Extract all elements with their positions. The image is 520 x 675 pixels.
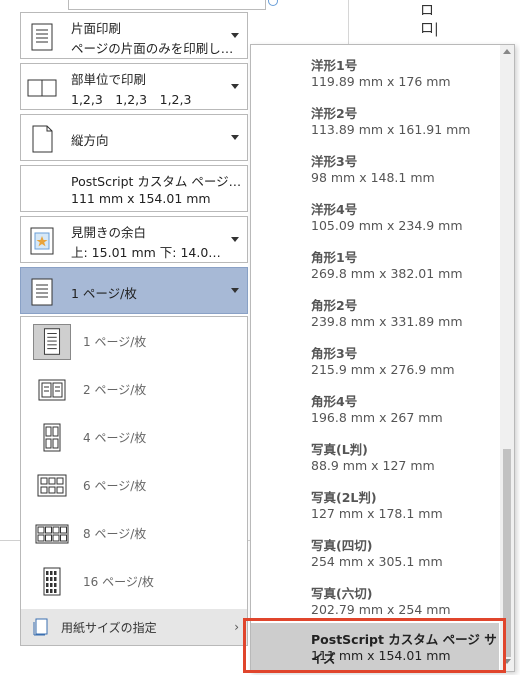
pages-option-label: 1 ページ/枚 — [83, 335, 147, 349]
help-icon[interactable] — [268, 0, 278, 6]
paper-size-submenu[interactable]: 用紙サイズの指定 › — [21, 609, 247, 645]
one-page-icon — [33, 324, 71, 360]
margins-icon — [30, 227, 54, 255]
paper-size-option[interactable]: 写真(四切) 254 mm x 305.1 mm — [251, 529, 499, 577]
paper-size-dims: 215.9 mm x 276.9 mm — [311, 362, 455, 377]
four-pages-icon — [43, 423, 61, 452]
paper-size-setting[interactable]: PostScript カスタム ページ… 111 mm x 154.01 mm — [20, 165, 248, 212]
pages-option-16[interactable]: 16 ページ/枚 — [21, 557, 247, 605]
pages-option-label: 16 ページ/枚 — [83, 575, 154, 589]
paper-size-name: 角形1号 — [311, 250, 358, 265]
margins-setting[interactable]: 見開きの余白 上: 15.01 mm 下: 14.0… — [20, 216, 248, 263]
paper-size-option[interactable]: 写真(六切) 202.79 mm x 254 mm — [251, 577, 499, 625]
sixteen-pages-icon — [43, 567, 61, 596]
collation-description: 1,2,3 1,2,3 1,2,3 — [71, 92, 192, 107]
paper-size-option[interactable]: 写真(L判) 88.9 mm x 127 mm — [251, 433, 499, 481]
single-sided-icon — [31, 23, 53, 51]
chevron-down-icon — [231, 33, 239, 38]
pages-per-sheet-icon — [31, 278, 53, 306]
paper-size-dims: 98 mm x 148.1 mm — [311, 170, 435, 185]
chevron-down-icon — [231, 288, 239, 293]
paper-size-label: PostScript カスタム ページ… — [71, 174, 242, 189]
paper-size-option[interactable]: 角形4号 196.8 mm x 267 mm — [251, 385, 499, 433]
paper-size-name: 写真(四切) — [311, 538, 373, 553]
sides-description: ページの片面のみを印刷し… — [71, 41, 234, 56]
collation-label: 部単位で印刷 — [71, 72, 147, 87]
pages-option-label: 4 ページ/枚 — [83, 431, 147, 445]
paper-size-option[interactable]: 洋形1号 119.89 mm x 176 mm — [251, 49, 499, 97]
paper-size-submenu-label: 用紙サイズの指定 — [61, 621, 157, 635]
paper-size-option[interactable]: 洋形4号 105.09 mm x 234.9 mm — [251, 193, 499, 241]
chevron-down-icon — [231, 237, 239, 242]
flyout-scrollbar[interactable] — [500, 45, 514, 671]
pages-option-label: 6 ページ/枚 — [83, 479, 147, 493]
paper-size-dims: 239.8 mm x 331.89 mm — [311, 314, 463, 329]
paper-size-dims: 254 mm x 305.1 mm — [311, 554, 443, 569]
paper-size-name: 角形3号 — [311, 346, 358, 361]
scroll-down-icon[interactable] — [503, 659, 511, 664]
document-text: ロロ| — [420, 3, 439, 37]
eight-pages-icon — [35, 524, 69, 544]
six-pages-icon — [37, 474, 67, 497]
scroll-thumb[interactable] — [503, 449, 511, 657]
paper-size-name: 角形4号 — [311, 394, 358, 409]
paper-size-name: 写真(2L判) — [311, 490, 377, 505]
sides-setting[interactable]: 片面印刷 ページの片面のみを印刷し… — [20, 12, 248, 59]
paper-size-name: 角形2号 — [311, 298, 358, 313]
paper-size-name: 洋形3号 — [311, 154, 358, 169]
portrait-orientation-icon — [32, 125, 53, 153]
paper-size-name: 洋形1号 — [311, 58, 358, 73]
pages-per-sheet-label: 1 ページ/枚 — [71, 286, 137, 301]
chevron-right-icon: › — [234, 620, 239, 634]
paper-size-dims: 105.09 mm x 234.9 mm — [311, 218, 463, 233]
top-input-field[interactable] — [68, 0, 266, 10]
pages-option-1[interactable]: 1 ページ/枚 — [21, 317, 247, 365]
paper-size-dims: 111 mm x 154.01 mm — [71, 191, 211, 206]
paper-size-option[interactable]: 写真(2L判) 127 mm x 178.1 mm — [251, 481, 499, 529]
paper-size-name: 写真(六切) — [311, 586, 373, 601]
paper-size-name: 洋形4号 — [311, 202, 358, 217]
margins-description: 上: 15.01 mm 下: 14.0… — [71, 245, 221, 260]
paper-size-dims: 119.89 mm x 176 mm — [311, 74, 451, 89]
paper-size-dims: 113.89 mm x 161.91 mm — [311, 122, 471, 137]
paper-size-name: 写真(L判) — [311, 442, 368, 457]
orientation-label: 縦方向 — [71, 133, 109, 148]
collated-icon — [27, 79, 57, 97]
paper-size-dims: 202.79 mm x 254 mm — [311, 602, 451, 617]
pages-per-sheet-setting[interactable]: 1 ページ/枚 — [20, 267, 248, 314]
two-pages-icon — [38, 379, 66, 401]
paper-size-dims: 269.8 mm x 382.01 mm — [311, 266, 463, 281]
pages-option-label: 2 ページ/枚 — [83, 383, 147, 397]
orientation-setting[interactable]: 縦方向 — [20, 114, 248, 161]
paper-size-option[interactable]: 角形3号 215.9 mm x 276.9 mm — [251, 337, 499, 385]
pages-option-2[interactable]: 2 ページ/枚 — [21, 365, 247, 413]
paper-size-dims: 196.8 mm x 267 mm — [311, 410, 443, 425]
pages-option-6[interactable]: 6 ページ/枚 — [21, 461, 247, 509]
scroll-up-icon[interactable] — [503, 49, 511, 54]
paper-size-option-selected[interactable]: PostScript カスタム ページ サイズ 111 mm x 154.01 … — [251, 623, 499, 671]
collation-setting[interactable]: 部単位で印刷 1,2,3 1,2,3 1,2,3 — [20, 63, 248, 110]
margins-label: 見開きの余白 — [71, 225, 147, 240]
pages-option-label: 8 ページ/枚 — [83, 527, 147, 541]
paper-size-dims: 127 mm x 178.1 mm — [311, 506, 443, 521]
pages-option-8[interactable]: 8 ページ/枚 — [21, 509, 247, 557]
paper-size-option[interactable]: 洋形3号 98 mm x 148.1 mm — [251, 145, 499, 193]
paper-size-dims: 88.9 mm x 127 mm — [311, 458, 435, 473]
paper-size-option[interactable]: 洋形2号 113.89 mm x 161.91 mm — [251, 97, 499, 145]
paper-size-option[interactable]: 角形2号 239.8 mm x 331.89 mm — [251, 289, 499, 337]
paper-size-dims: 111 mm x 154.01 mm — [311, 648, 451, 663]
pages-per-sheet-menu: 1 ページ/枚 2 ページ/枚 4 ページ/枚 6 ページ/枚 8 ページ/枚 … — [20, 316, 248, 646]
chevron-down-icon — [231, 135, 239, 140]
pages-option-4[interactable]: 4 ページ/枚 — [21, 413, 247, 461]
sides-label: 片面印刷 — [71, 21, 122, 36]
paper-size-flyout: 洋形1号 119.89 mm x 176 mm 洋形2号 113.89 mm x… — [250, 44, 515, 672]
paper-size-name: 洋形2号 — [311, 106, 358, 121]
paper-size-option[interactable]: 角形1号 269.8 mm x 382.01 mm — [251, 241, 499, 289]
chevron-down-icon — [231, 84, 239, 89]
paper-size-icon — [33, 618, 48, 636]
